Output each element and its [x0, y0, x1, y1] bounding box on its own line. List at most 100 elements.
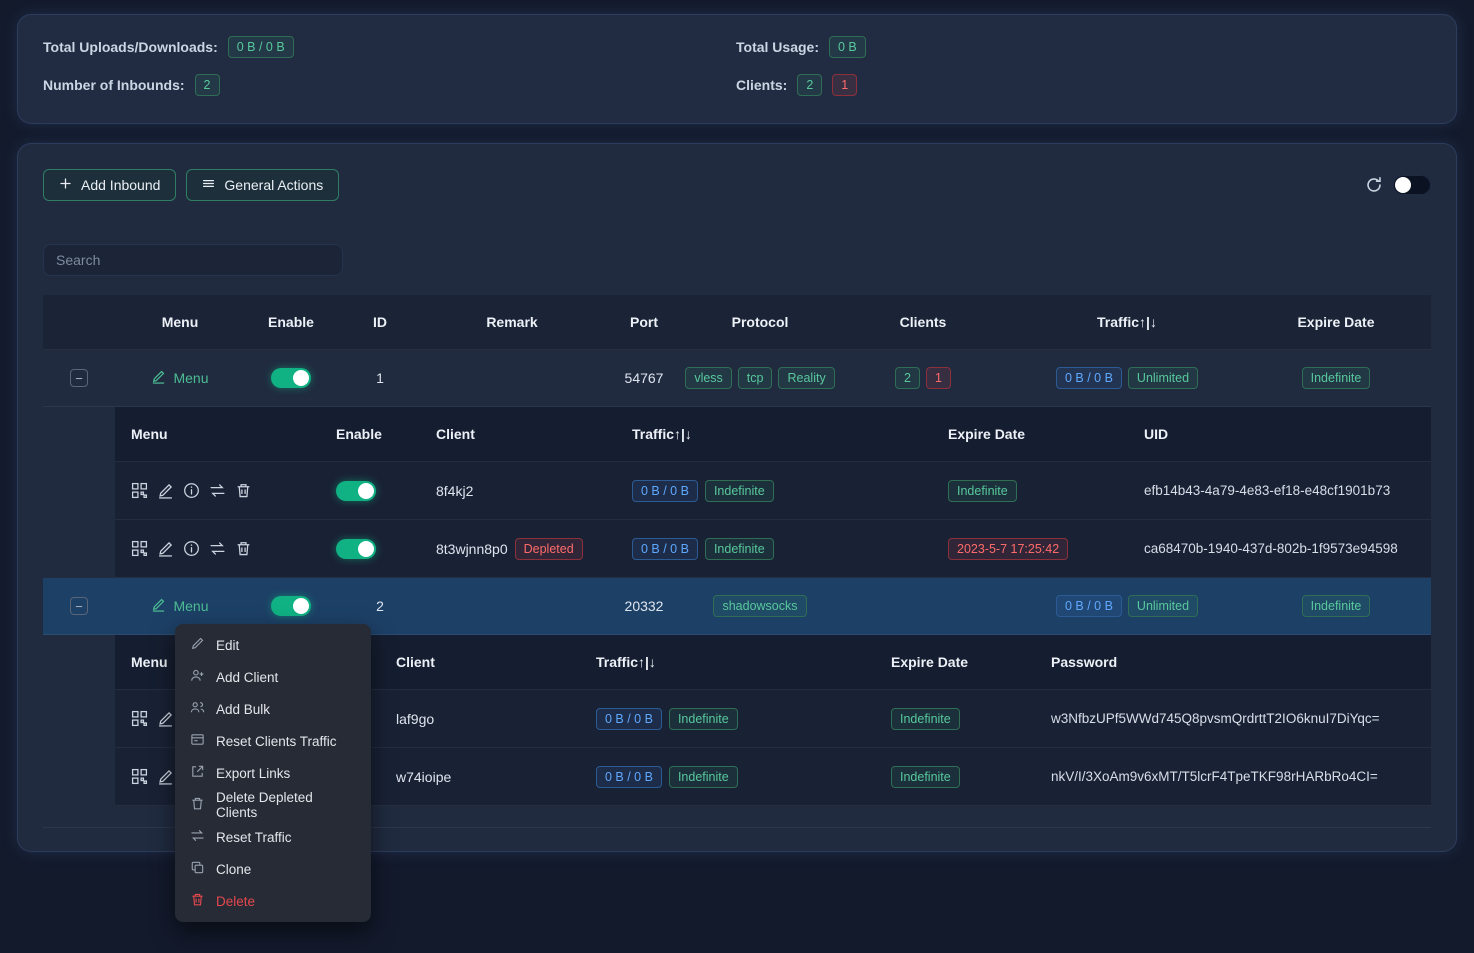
- header-traffic-sort[interactable]: Traffic↑|↓: [1013, 295, 1241, 349]
- context-menu-item-edit[interactable]: Edit: [175, 629, 371, 661]
- client-expire: 2023-5-7 17:25:42: [932, 520, 1128, 577]
- client-traffic: 0 B / 0 B Indefinite: [616, 462, 932, 519]
- export-links-icon: [190, 764, 205, 782]
- context-menu-item-clone[interactable]: Clone: [175, 853, 371, 885]
- traffic-limit-badge: Indefinite: [705, 538, 774, 560]
- client-expire: Indefinite: [875, 690, 1035, 747]
- header-client: Client: [380, 635, 580, 689]
- inbound-2-protocols: shadowsocks: [687, 578, 833, 634]
- protocol-badge: vless: [685, 367, 731, 389]
- reset-traffic-icon[interactable]: [209, 482, 226, 499]
- inbound-2-menu-label: Menu: [173, 598, 208, 614]
- header-enable: Enable: [320, 407, 420, 461]
- context-menu-item-reset-traffic[interactable]: Reset Traffic: [175, 821, 371, 853]
- inbound-2-port: 20332: [601, 578, 687, 634]
- edit-icon[interactable]: [157, 540, 174, 557]
- collapse-inbound-1-button[interactable]: −: [70, 369, 88, 387]
- stat-inbounds-value: 2: [195, 74, 220, 96]
- stat-uploads: Total Uploads/Downloads: 0 B / 0 B: [43, 36, 736, 58]
- protocol-badge: shadowsocks: [713, 595, 806, 617]
- reset-traffic-icon[interactable]: [209, 540, 226, 557]
- stat-inbounds: Number of Inbounds: 2: [43, 74, 736, 96]
- edit-icon[interactable]: [157, 710, 174, 727]
- edit-icon: [151, 597, 166, 615]
- client-uid: ca68470b-1940-437d-802b-1f9573e94598: [1128, 520, 1431, 577]
- context-menu-item-delete[interactable]: Delete: [175, 885, 371, 917]
- expire-badge: 2023-5-7 17:25:42: [948, 538, 1068, 560]
- header-expire: Expire Date: [932, 407, 1128, 461]
- context-menu-item-add-bulk[interactable]: Add Bulk: [175, 693, 371, 725]
- inbound-1-protocols: vless tcp Reality: [687, 350, 833, 406]
- inbound-2-remark: [423, 578, 601, 634]
- xui-panel: Total Uploads/Downloads: 0 B / 0 B Total…: [0, 0, 1474, 953]
- inbound-1-enable-toggle[interactable]: [271, 368, 311, 388]
- traffic-limit-badge: Unlimited: [1128, 367, 1198, 389]
- toolbar: Add Inbound General Actions: [43, 169, 1431, 201]
- inbound-context-menu: Edit Add Client Add Bulk Reset Clients T…: [175, 624, 371, 922]
- client-traffic: 0 B / 0 B Indefinite: [616, 520, 932, 577]
- header-traffic-sort[interactable]: Traffic↑|↓: [580, 635, 875, 689]
- info-icon[interactable]: [183, 540, 200, 557]
- delete-icon[interactable]: [235, 540, 252, 557]
- qr-code-icon[interactable]: [131, 482, 148, 499]
- info-icon[interactable]: [183, 482, 200, 499]
- client-row: 8t3wjnn8p0 Depleted 0 B / 0 B Indefinite…: [115, 519, 1431, 577]
- edit-icon[interactable]: [157, 768, 174, 785]
- traffic-badge: 0 B / 0 B: [632, 480, 698, 502]
- edit-icon[interactable]: [157, 482, 174, 499]
- stats-grid: Total Uploads/Downloads: 0 B / 0 B Total…: [43, 36, 1431, 96]
- inbound-1-menu-button[interactable]: Menu: [151, 369, 208, 387]
- inbound-2-enable-toggle[interactable]: [271, 596, 311, 616]
- header-password: Password: [1035, 635, 1431, 689]
- inbound-2-menu-button[interactable]: Menu: [151, 597, 208, 615]
- inbound-2-clients: [833, 578, 1013, 634]
- clients-ok-badge: 2: [895, 367, 920, 389]
- client-name: 8f4kj2: [420, 462, 616, 519]
- header-traffic-sort[interactable]: Traffic↑|↓: [616, 407, 932, 461]
- protocol-badge: Reality: [778, 367, 834, 389]
- edit-icon: [190, 636, 205, 654]
- inbound-1-id: 1: [337, 350, 423, 406]
- refresh-icon[interactable]: [1365, 176, 1383, 194]
- context-menu-item-export-links[interactable]: Export Links: [175, 757, 371, 789]
- reset-traffic-icon: [190, 828, 205, 846]
- context-menu-item-reset-clients-traffic[interactable]: Reset Clients Traffic: [175, 725, 371, 757]
- client-enable-toggle[interactable]: [336, 539, 376, 559]
- inbound-2-traffic: 0 B / 0 B Unlimited: [1013, 578, 1241, 634]
- context-menu-item-delete-depleted-clients[interactable]: Delete Depleted Clients: [175, 789, 371, 821]
- stats-card: Total Uploads/Downloads: 0 B / 0 B Total…: [17, 14, 1457, 124]
- header-client: Client: [420, 407, 616, 461]
- context-menu-item-add-client[interactable]: Add Client: [175, 661, 371, 693]
- stat-usage: Total Usage: 0 B: [736, 36, 1431, 58]
- delete-icon[interactable]: [235, 482, 252, 499]
- add-inbound-button[interactable]: Add Inbound: [43, 169, 176, 201]
- reset-clients-traffic-icon: [190, 732, 205, 750]
- qr-code-icon[interactable]: [131, 768, 148, 785]
- client-password: nkV/I/3XoAm9v6xMT/T5lcrF4TpeTKF98rHARbRo…: [1035, 748, 1431, 805]
- delete-depleted-clients-icon: [190, 796, 205, 814]
- header-port: Port: [601, 295, 687, 349]
- traffic-badge: 0 B / 0 B: [596, 708, 662, 730]
- client-expire: Indefinite: [932, 462, 1128, 519]
- client-name: w74ioipe: [380, 748, 580, 805]
- stat-usage-value: 0 B: [829, 36, 866, 58]
- collapse-inbound-2-button[interactable]: −: [70, 597, 88, 615]
- qr-code-icon[interactable]: [131, 710, 148, 727]
- inbound-1-remark: [423, 350, 601, 406]
- client-enable-toggle[interactable]: [336, 481, 376, 501]
- search-input[interactable]: [43, 244, 343, 276]
- client-uid: efb14b43-4a79-4e83-ef18-e48cf1901b73: [1128, 462, 1431, 519]
- expire-badge: Indefinite: [1302, 595, 1371, 617]
- dark-mode-toggle[interactable]: [1393, 175, 1431, 195]
- header-expire: Expire Date: [1241, 295, 1431, 349]
- add-bulk-icon: [190, 700, 205, 718]
- client-expire: Indefinite: [875, 748, 1035, 805]
- qr-code-icon[interactable]: [131, 540, 148, 557]
- stat-uploads-label: Total Uploads/Downloads:: [43, 39, 218, 55]
- stat-clients-label: Clients:: [736, 77, 787, 93]
- header-clients: Clients: [833, 295, 1013, 349]
- client-actions: [115, 520, 320, 577]
- stat-uploads-value: 0 B / 0 B: [228, 36, 294, 58]
- general-actions-button[interactable]: General Actions: [186, 169, 339, 201]
- client-actions: [115, 462, 320, 519]
